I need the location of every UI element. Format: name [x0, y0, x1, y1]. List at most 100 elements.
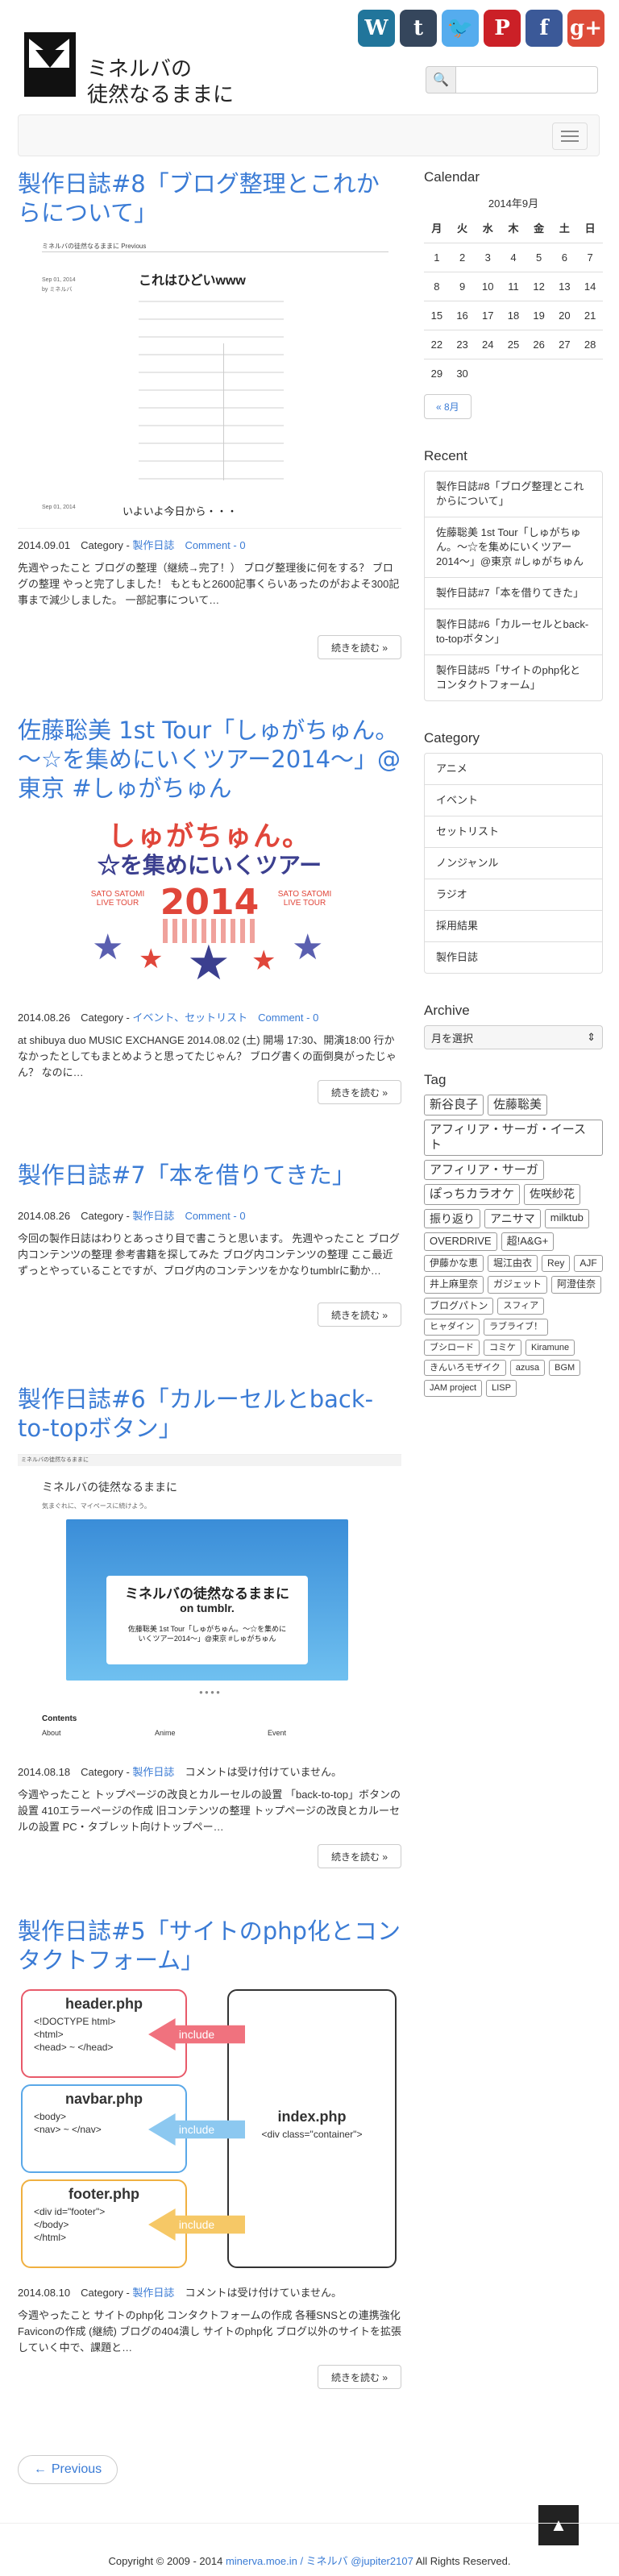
- recent-post-link[interactable]: 佐藤聡美 1st Tour「しゅがちゅん。～☆を集めにいくツアー2014～」@東…: [425, 517, 602, 577]
- tag-link[interactable]: 堀江由衣: [488, 1254, 538, 1273]
- comment-link[interactable]: Comment - 0: [258, 1012, 318, 1024]
- tag-link[interactable]: LISP: [486, 1380, 517, 1397]
- footer-link[interactable]: minerva.moe.in / ミネルバ @jupiter2107: [226, 2555, 413, 2567]
- calendar-day: 1: [424, 242, 450, 272]
- recent-post-link[interactable]: 製作日誌#7「本を借りてきた」: [425, 577, 602, 609]
- post-thumbnail[interactable]: ミネルバの徒然なるままに ミネルバの徒然なるままに 気まぐれに、マイペースに続け…: [18, 1454, 401, 1755]
- recent-post-link[interactable]: 製作日誌#5「サイトのphp化とコンタクトフォーム」: [425, 654, 602, 700]
- category-link[interactable]: アニメ: [425, 754, 602, 784]
- tumblr-icon[interactable]: t: [400, 10, 437, 47]
- calendar-day-header: 日: [577, 214, 603, 243]
- menu-toggle-icon[interactable]: [552, 123, 588, 150]
- tag-link[interactable]: JAM project: [424, 1380, 483, 1397]
- read-more-button[interactable]: 続きを読む »: [318, 1844, 401, 1868]
- tag-link[interactable]: スフィア: [497, 1297, 545, 1315]
- search-input[interactable]: [456, 66, 598, 93]
- tag-link[interactable]: 超!A&G+: [501, 1232, 555, 1251]
- tag-link[interactable]: ぽっちカラオケ: [424, 1184, 521, 1205]
- category-link[interactable]: イベント、セットリスト: [132, 1012, 247, 1024]
- calendar-day: 25: [501, 329, 526, 359]
- post-title[interactable]: 製作日誌#5「サイトのphp化とコンタクトフォーム」: [18, 1917, 401, 1975]
- tag-link[interactable]: 阿澄佳奈: [551, 1276, 602, 1294]
- search-icon[interactable]: 🔍: [426, 66, 456, 93]
- googleplus-icon[interactable]: g+: [567, 10, 604, 47]
- footer: Copyright © 2009 - 2014 minerva.moe.in /…: [0, 2523, 619, 2568]
- category-link[interactable]: ラジオ: [425, 879, 602, 910]
- calendar-day: [551, 358, 578, 388]
- tag-link[interactable]: 佐咲紗花: [524, 1184, 581, 1205]
- read-more-button[interactable]: 続きを読む »: [318, 2365, 401, 2389]
- post-thumbnail[interactable]: ミネルバの徒然なるままに Previous Sep 01, 2014 by ミネ…: [18, 239, 401, 529]
- tag-link[interactable]: BGM: [549, 1359, 581, 1377]
- recent-post-link[interactable]: 製作日誌#6「カルーセルとback-to-topボタン」: [425, 609, 602, 654]
- tag-link[interactable]: 振り返り: [424, 1208, 480, 1228]
- site-logo[interactable]: [24, 32, 76, 97]
- post-meta: 2014.08.10 Category - 製作日誌 コメントは受け付けていませ…: [18, 2287, 343, 2299]
- tag-link[interactable]: コミケ: [484, 1339, 521, 1356]
- calendar-day: 10: [475, 271, 501, 301]
- post-title[interactable]: 製作日誌#7「本を借りてきた」: [18, 1161, 401, 1190]
- calendar-day-header: 金: [526, 214, 552, 243]
- comment-link[interactable]: Comment - 0: [185, 1210, 245, 1222]
- read-more-button[interactable]: 続きを読む »: [318, 1080, 401, 1104]
- tag-link[interactable]: 井上麻里奈: [424, 1276, 484, 1294]
- category-link[interactable]: ノンジャンル: [425, 847, 602, 879]
- category-link[interactable]: 製作日誌: [132, 1210, 174, 1222]
- calendar-day: 3: [475, 242, 501, 272]
- facebook-icon[interactable]: f: [526, 10, 563, 47]
- category-link[interactable]: 製作日誌: [132, 539, 174, 551]
- calendar-day: 17: [475, 300, 501, 330]
- tag-link[interactable]: アニサマ: [484, 1208, 541, 1228]
- recent-post-link[interactable]: 製作日誌#8「ブログ整理とこれからについて」: [425, 472, 602, 517]
- comment-link[interactable]: Comment - 0: [185, 539, 245, 551]
- category-link[interactable]: イベント: [425, 784, 602, 816]
- tag-link[interactable]: 新谷良子: [424, 1095, 484, 1116]
- post-title[interactable]: 佐藤聡美 1st Tour「しゅがちゅん。～☆を集めにいくツアー2014～」@東…: [18, 716, 401, 803]
- calendar-day: 16: [449, 300, 476, 330]
- post-thumbnail[interactable]: しゅがちゅん。 ☆を集めにいくツアー 2014 SATO SATOMI LIVE…: [18, 814, 401, 1001]
- twitter-icon[interactable]: 🐦: [442, 10, 479, 47]
- tag-link[interactable]: きんいろモザイク: [424, 1359, 506, 1377]
- tag-link[interactable]: ラブライブ！: [484, 1319, 548, 1336]
- tag-link[interactable]: OVERDRIVE: [424, 1232, 497, 1251]
- calendar-day: 9: [449, 271, 476, 301]
- post-title[interactable]: 製作日誌#8「ブログ整理とこれからについて」: [18, 169, 401, 227]
- calendar-day: 30: [449, 358, 476, 388]
- archive-select[interactable]: 月を選択 ⇕: [424, 1025, 603, 1049]
- widget-title: Recent: [424, 448, 467, 463]
- calendar-day: 19: [526, 300, 552, 330]
- tag-link[interactable]: azusa: [509, 1359, 546, 1377]
- post-meta: 2014.09.01 Category - 製作日誌 Comment - 0: [18, 539, 246, 551]
- tag-link[interactable]: milktub: [544, 1208, 589, 1228]
- category-link[interactable]: 製作日誌: [132, 1766, 174, 1778]
- tag-link[interactable]: 伊藤かな恵: [424, 1254, 484, 1273]
- tag-link[interactable]: ヒャダイン: [424, 1319, 480, 1336]
- calendar-day: 4: [501, 242, 526, 272]
- category-link[interactable]: セットリスト: [425, 816, 602, 847]
- category-link[interactable]: 採用結果: [425, 910, 602, 941]
- diagram-box-index: index.php <div class="container">: [227, 1989, 397, 2268]
- read-more-button[interactable]: 続きを読む »: [318, 1303, 401, 1327]
- post-title[interactable]: 製作日誌#6「カルーセルとback-to-topボタン」: [18, 1385, 401, 1443]
- tag-link[interactable]: アフィリア・サーガ: [424, 1159, 544, 1180]
- category-link[interactable]: 製作日誌: [425, 941, 602, 973]
- read-more-button[interactable]: 続きを読む »: [318, 635, 401, 659]
- tag-link[interactable]: ガジェット: [488, 1276, 548, 1294]
- tag-link[interactable]: Kiramune: [526, 1339, 575, 1356]
- tag-link[interactable]: 佐藤聡美: [488, 1095, 548, 1116]
- pinterest-icon[interactable]: P: [484, 10, 521, 47]
- tag-link[interactable]: ブシロード: [424, 1339, 480, 1356]
- tag-link[interactable]: アフィリア・サーガ・イースト: [424, 1119, 603, 1156]
- tag-widget: Tag 新谷良子 佐藤聡美 アフィリア・サーガ・イースト アフィリア・サーガ ぽっちカラ…: [424, 1072, 603, 1397]
- post-thumbnail[interactable]: header.php <!DOCTYPE html> <html> <head> ~…: [18, 1986, 401, 2276]
- tag-link[interactable]: Rey: [542, 1254, 571, 1273]
- post-excerpt: 先週やったこと ブログの整理（継続→完了！） ブログ整理後に何をする？ ブログの…: [18, 562, 400, 606]
- wordpress-icon[interactable]: W: [358, 10, 395, 47]
- site-title[interactable]: ミネルバの 徒然なるままに: [87, 56, 234, 108]
- category-link[interactable]: 製作日誌: [132, 2287, 174, 2299]
- prev-month-link[interactable]: « 8月: [424, 394, 472, 419]
- calendar-day: 7: [577, 242, 603, 272]
- previous-page-button[interactable]: ← Previous: [18, 2455, 118, 2484]
- tag-link[interactable]: AJF: [574, 1254, 603, 1273]
- tag-link[interactable]: ブログパトン: [424, 1297, 494, 1315]
